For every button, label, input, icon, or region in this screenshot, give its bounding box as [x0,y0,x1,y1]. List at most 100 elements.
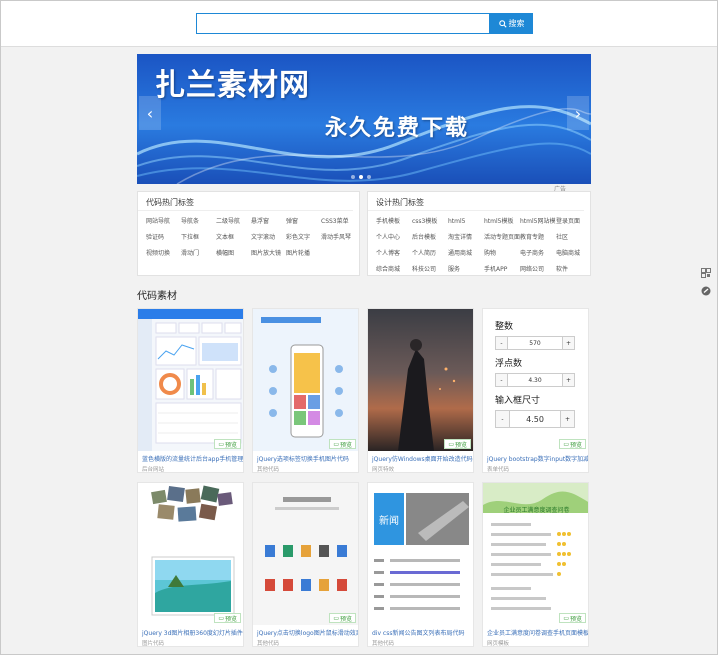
stepper-minus-button[interactable]: - [496,411,510,427]
design-tag-link[interactable]: html5模板 [484,215,520,229]
preview-label: 预览 [224,615,237,623]
code-card[interactable]: ▭ 预览 jQuery仿Windows桌面开始改造代码 网页特效 [367,308,474,473]
design-tag-link[interactable]: 个人简历 [412,247,448,261]
card-title[interactable]: 企业员工满意度问卷调查手机页面模板 [483,625,588,637]
survey-title: 企业员工满意度调查问卷 [503,507,570,514]
card-title[interactable]: jQuery bootstrap数字input数字加减插件 [483,451,588,463]
card-thumbnail: 新闻 [368,483,473,625]
banner-dot[interactable] [359,175,363,179]
stepper-label: 输入框尺寸 [495,396,541,406]
preview-label: 预览 [224,441,237,449]
code-card[interactable]: 新闻 div css新闻公告图文列表布局代码 其他代码 [367,482,474,647]
card-category[interactable]: 其他代码 [368,637,473,647]
code-tag-link[interactable]: CSS3菜单 [321,215,356,229]
design-tag-link[interactable]: 登录页面 [556,215,592,229]
preview-label: 预览 [339,615,352,623]
search-icon [498,19,507,28]
code-tag-link[interactable]: 图片放大镜 [251,247,286,261]
design-tag-link[interactable]: html5网站模 [520,215,556,229]
preview-button[interactable]: ▭ 预览 [444,439,471,449]
design-tag-link[interactable]: 科技公司 [412,263,448,277]
design-tag-link[interactable]: 服务 [448,263,484,277]
card-category[interactable]: 后台网站 [138,463,243,473]
qr-code-icon[interactable] [700,267,712,279]
card-title[interactable]: div css新闻公告图文列表布局代码 [368,625,473,637]
design-tag-link[interactable]: 电脑商城 [556,247,592,261]
code-tag-link[interactable]: 文本框 [216,231,251,245]
code-tag-link[interactable]: 视频切换 [146,247,181,261]
card-title[interactable]: 蓝色横版的流量统计后台app手机管理模板 [138,451,243,463]
stepper-plus-button[interactable]: + [560,411,574,427]
design-tag-link[interactable]: 电子商务 [520,247,556,261]
code-card[interactable]: ▭预览 jQuery点击切换logo图片鼠标滑动效果代码 其他代码 [252,482,359,647]
preview-button[interactable]: ▭ 预览 [214,613,241,623]
stepper-value[interactable]: 4.50 [510,411,560,427]
preview-label: 预览 [569,441,582,449]
code-tag-link[interactable]: 悬浮窗 [251,215,286,229]
design-tag-link[interactable]: 购物 [484,247,520,261]
design-tag-link[interactable]: 后台模板 [412,231,448,245]
code-tag-link[interactable]: 二级导航 [216,215,251,229]
banner-next-button[interactable]: › [567,96,589,130]
card-category[interactable]: 其他代码 [253,637,358,647]
design-tag-link[interactable]: 教育专题 [520,231,556,245]
code-card[interactable]: ▭ 预览 jQuery选项标签切换手机图片代码 其他代码 [252,308,359,473]
stepper-minus-button[interactable]: - [496,337,508,349]
code-card[interactable]: 企业员工满意度调查问卷 ▭ 预览 企业员工满意度问卷调查手机页面模板 网页模板 [482,482,589,647]
code-tag-link[interactable]: 滑动手风琴 [321,231,356,245]
banner-dots [351,175,371,179]
card-category[interactable]: 网页特效 [368,463,473,473]
card-category[interactable]: 表单代码 [483,463,588,473]
code-tag-link[interactable]: 下拉框 [181,231,216,245]
preview-button[interactable]: ▭ 预览 [559,613,586,623]
design-tag-link[interactable]: 个人博客 [376,247,412,261]
code-card[interactable]: ▭预览 蓝色横版的流量统计后台app手机管理模板 后台网站 [137,308,244,473]
card-title[interactable]: jQuery选项标签切换手机图片代码 [253,451,358,463]
banner-dot[interactable] [351,175,355,179]
stepper-value[interactable]: 4.30 [508,374,562,386]
code-tag-link[interactable]: 验证码 [146,231,181,245]
search-button[interactable]: 搜索 [490,13,533,34]
stepper-plus-button[interactable]: + [562,337,574,349]
banner-dot[interactable] [367,175,371,179]
design-tag-link[interactable]: html5 [448,215,484,229]
code-tag-link[interactable]: 文字滚动 [251,231,286,245]
search-input[interactable] [196,13,490,34]
code-tag-link[interactable]: 图片轮播 [286,247,321,261]
card-title[interactable]: jQuery点击切换logo图片鼠标滑动效果代码 [253,625,358,637]
feedback-icon[interactable] [700,285,712,297]
card-category[interactable]: 网页模板 [483,637,588,647]
stepper-minus-button[interactable]: - [496,374,508,386]
design-tag-link[interactable]: css3模板 [412,215,448,229]
code-tag-link[interactable]: 滑动门 [181,247,216,261]
banner-carousel[interactable]: 扎兰素材网 永久免费下载 ‹ › [137,54,591,184]
code-tag-link[interactable]: 网站导航 [146,215,181,229]
design-tag-link[interactable]: 综合商城 [376,263,412,277]
design-tag-link[interactable]: 淘宝详情 [448,231,484,245]
code-tag-link[interactable]: 横幅图 [216,247,251,261]
design-tag-link[interactable]: 网络公司 [520,263,556,277]
card-category[interactable]: 其他代码 [253,463,358,473]
preview-button[interactable]: ▭ 预览 [559,439,586,449]
design-tag-link[interactable]: 社区 [556,231,592,245]
card-title[interactable]: jQuery仿Windows桌面开始改造代码 [368,451,473,463]
code-tag-link[interactable]: 弹窗 [286,215,321,229]
code-tag-link[interactable]: 导航条 [181,215,216,229]
code-tag-link[interactable]: 彩色文字 [286,231,321,245]
design-tag-link[interactable]: 活动专题页面 [484,231,520,245]
design-tag-link[interactable]: 通用商城 [448,247,484,261]
design-tag-link[interactable]: 个人中心 [376,231,412,245]
design-tag-link[interactable]: 手机模板 [376,215,412,229]
design-tag-link[interactable]: 手机APP [484,263,520,277]
code-card[interactable]: ▭ 预览 jQuery 3d图片相册360度幻灯片插件 图片代码 [137,482,244,647]
preview-button[interactable]: ▭ 预览 [329,439,356,449]
banner-prev-button[interactable]: ‹ [139,96,161,130]
code-card[interactable]: 整数 -570 + 浮点数 -4.30 + 输入框尺寸 -4.50 + ▭ 预览 jQuery b… [482,308,589,473]
card-category[interactable]: 图片代码 [138,637,243,647]
preview-button[interactable]: ▭ 预览 [329,613,356,623]
card-title[interactable]: jQuery 3d图片相册360度幻灯片插件 [138,625,243,637]
design-tag-link[interactable]: 软件 [556,263,592,277]
preview-button[interactable]: ▭ 预览 [214,439,241,449]
stepper-plus-button[interactable]: + [562,374,574,386]
stepper-value[interactable]: 570 [508,337,562,349]
